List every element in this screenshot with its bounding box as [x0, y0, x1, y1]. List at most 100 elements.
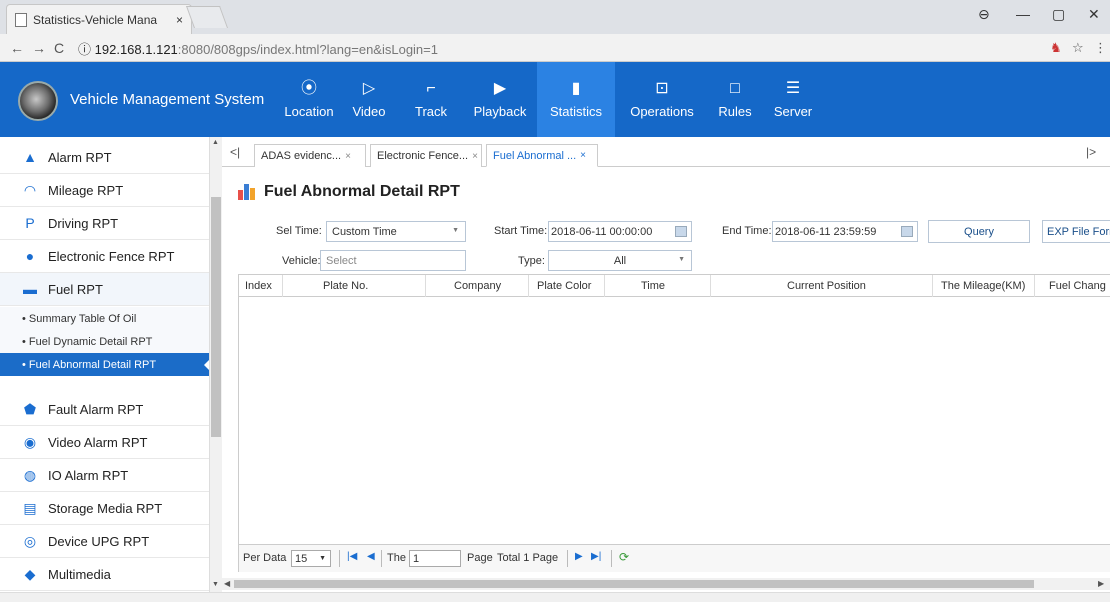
divider: [381, 550, 382, 567]
column-header-index[interactable]: Index: [239, 275, 283, 297]
page-number-input[interactable]: 1: [409, 550, 461, 567]
chart-icon-bar: [244, 184, 249, 200]
account-icon[interactable]: ⊖: [978, 6, 990, 23]
scroll-down-icon[interactable]: ▼: [212, 581, 219, 588]
sidebar-item-label: Storage Media RPT: [48, 500, 163, 516]
type-select[interactable]: All ▼: [548, 250, 692, 271]
sidebar-item-device-upg-rpt[interactable]: ◎ Device UPG RPT: [0, 525, 209, 558]
menu-statistics[interactable]: ▮ Statistics: [537, 62, 615, 137]
scroll-right-icon[interactable]: ▶: [1098, 579, 1104, 588]
close-window-icon[interactable]: ✕: [1088, 6, 1100, 23]
menu-label: Operations: [630, 104, 694, 119]
sidebar-item-mileage-rpt[interactable]: ◠ Mileage RPT: [0, 174, 209, 207]
column-header-time[interactable]: Time: [605, 275, 711, 297]
tabs-prev-button[interactable]: <|: [230, 145, 240, 159]
menu-playback[interactable]: ▶ Playback: [464, 62, 536, 137]
close-icon[interactable]: ×: [580, 150, 586, 161]
extension-icon[interactable]: ♞: [1050, 40, 1062, 56]
menu-rules[interactable]: □ Rules: [712, 62, 758, 137]
query-button[interactable]: Query: [928, 220, 1030, 243]
last-page-icon[interactable]: ▶|: [591, 551, 601, 562]
tab-electronic-fence[interactable]: Electronic Fence... ×: [370, 144, 482, 167]
chart-icon-bar: [238, 190, 243, 200]
sidebar-subitem-fuel-abnormal-detail[interactable]: • Fuel Abnormal Detail RPT: [0, 353, 209, 376]
browser-menu-icon[interactable]: ⋮: [1094, 40, 1107, 56]
sidebar-item-storage-media-rpt[interactable]: ▤ Storage Media RPT: [0, 492, 209, 525]
sidebar-item-label: Multimedia: [48, 566, 111, 582]
column-header-current-position[interactable]: Current Position: [711, 275, 933, 297]
main-content: <| ADAS evidenc... × Electronic Fence... ×…: [222, 137, 1110, 592]
sidebar-item-multimedia[interactable]: ◆ Multimedia: [0, 558, 209, 591]
menu-track[interactable]: ⌐ Track: [406, 62, 456, 137]
column-header-fuel-change[interactable]: Fuel Chang: [1035, 275, 1110, 297]
page-title: Fuel Abnormal Detail RPT: [238, 183, 460, 201]
sidebar-item-io-alarm-rpt[interactable]: ◍ IO Alarm RPT: [0, 459, 209, 492]
sidebar-subitem-summary-table-of-oil[interactable]: • Summary Table Of Oil: [0, 307, 209, 330]
menu-video[interactable]: ▷ Video: [344, 62, 394, 137]
sidebar-scrollbar[interactable]: ▲ ▼: [210, 137, 222, 592]
menu-label: Rules: [718, 104, 752, 119]
menu-operations[interactable]: ⊡ Operations: [622, 62, 702, 137]
url-field[interactable]: ⓘ 192.168.1.121:8080/808gps/index.html?l…: [78, 39, 438, 58]
tabs-next-button[interactable]: |>: [1086, 145, 1096, 159]
refresh-icon[interactable]: ⟳: [619, 550, 629, 564]
rules-icon: □: [730, 80, 740, 97]
sidebar-subitem-fuel-dynamic-detail[interactable]: • Fuel Dynamic Detail RPT: [0, 330, 209, 353]
tab-adas-evidence[interactable]: ADAS evidenc... ×: [254, 144, 366, 167]
sidebar-subitem-label: Summary Table Of Oil: [28, 312, 137, 325]
next-page-icon[interactable]: ▶: [575, 551, 583, 562]
scroll-left-icon[interactable]: ◀: [224, 579, 230, 588]
vehicle-select-field[interactable]: Select: [320, 250, 466, 271]
new-tab-button[interactable]: [185, 6, 229, 28]
forward-icon[interactable]: →: [32, 40, 46, 56]
sidebar-item-video-alarm-rpt[interactable]: ◉ Video Alarm RPT: [0, 426, 209, 459]
prev-page-icon[interactable]: ◀: [367, 551, 375, 562]
sidebar-item-electronic-fence-rpt[interactable]: ● Electronic Fence RPT: [0, 240, 209, 273]
close-tab-icon[interactable]: ×: [176, 13, 183, 27]
column-header-company[interactable]: Company: [426, 275, 529, 297]
column-header-plate-color[interactable]: Plate Color: [529, 275, 605, 297]
sel-time-select[interactable]: Custom Time ▼: [326, 221, 466, 242]
scrollbar-thumb[interactable]: [211, 197, 221, 437]
map-pin-icon: ●: [25, 248, 35, 264]
export-file-button[interactable]: EXP File Form: [1042, 220, 1110, 243]
menu-label: Video: [352, 104, 386, 119]
menu-server[interactable]: ☰ Server: [768, 62, 818, 137]
close-icon[interactable]: ×: [345, 151, 351, 162]
first-page-icon[interactable]: |◀: [347, 551, 357, 562]
browser-tab[interactable]: Statistics-Vehicle Mana ×: [6, 4, 192, 34]
address-bar-row: ← → C ⓘ 192.168.1.121:8080/808gps/index.…: [0, 34, 1110, 62]
sidebar-item-driving-rpt[interactable]: P Driving RPT: [0, 207, 209, 240]
per-data-select[interactable]: 15 ▼: [291, 550, 331, 567]
scroll-up-icon[interactable]: ▲: [212, 139, 219, 146]
sidebar-item-alarm-rpt[interactable]: ▲ Alarm RPT: [0, 141, 209, 174]
content-horizontal-scrollbar[interactable]: ◀ ▶: [222, 578, 1110, 590]
bookmark-star-icon[interactable]: ☆: [1072, 40, 1084, 56]
column-header-plate-no[interactable]: Plate No.: [283, 275, 426, 297]
back-icon[interactable]: ←: [10, 40, 24, 56]
info-icon: ⓘ: [78, 42, 92, 57]
calendar-icon[interactable]: [675, 226, 687, 237]
sidebar-item-fuel-rpt[interactable]: ▬ Fuel RPT: [0, 273, 209, 306]
sidebar-item-label: Fault Alarm RPT: [48, 401, 144, 417]
close-icon[interactable]: ×: [472, 151, 478, 162]
end-time-label: End Time:: [722, 225, 772, 237]
tab-fuel-abnormal[interactable]: Fuel Abnormal ... ×: [486, 144, 598, 167]
end-time-field[interactable]: 2018-06-11 23:59:59: [772, 221, 918, 242]
chevron-down-icon: ▼: [452, 227, 459, 234]
start-time-field[interactable]: 2018-06-11 00:00:00: [548, 221, 692, 242]
reload-icon[interactable]: C: [54, 40, 64, 56]
app-name: Vehicle Management System: [70, 91, 265, 108]
column-header-mileage[interactable]: The Mileage(KM): [933, 275, 1035, 297]
calendar-icon[interactable]: [901, 226, 913, 237]
sidebar-item-fault-alarm-rpt[interactable]: ⬟ Fault Alarm RPT: [0, 393, 209, 426]
restore-icon[interactable]: ▢: [1052, 6, 1065, 23]
scrollbar-thumb[interactable]: [234, 580, 1034, 588]
gauge-icon: ◠: [23, 181, 37, 198]
menu-location[interactable]: ⦿ Location: [276, 62, 342, 137]
app-header: Vehicle Management System ⦿ Location ▷ Vid…: [0, 62, 1110, 137]
minimize-icon[interactable]: —: [1016, 6, 1030, 22]
tab-label: Fuel Abnormal ...: [493, 149, 577, 162]
per-data-value: 15: [295, 552, 308, 565]
upgrade-icon: ◎: [23, 532, 37, 549]
